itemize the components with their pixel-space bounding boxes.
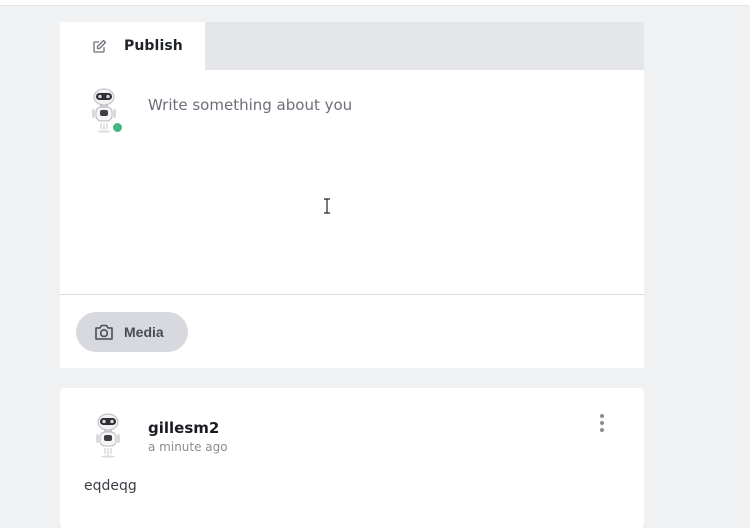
more-vertical-icon xyxy=(600,421,604,425)
text-cursor-icon xyxy=(324,198,330,214)
composer-editor xyxy=(60,70,644,295)
composer-tab-bar: Publish xyxy=(60,22,644,70)
media-button[interactable]: Media xyxy=(76,312,188,352)
post-composer: Publish Media xyxy=(60,22,644,368)
media-button-label: Media xyxy=(124,324,164,340)
post-content: eqdeqg xyxy=(84,478,137,494)
post-author-name[interactable]: gillesm2 xyxy=(148,419,219,437)
post-text-input[interactable] xyxy=(148,96,618,276)
edit-icon xyxy=(93,39,107,53)
camera-icon xyxy=(95,324,113,340)
more-vertical-icon xyxy=(600,414,604,418)
composer-toolbar: Media xyxy=(60,295,644,367)
post-card: gillesm2 a minute ago eqdeqg xyxy=(60,388,644,528)
online-status-indicator xyxy=(111,121,124,134)
top-header-edge xyxy=(0,0,750,6)
tab-publish[interactable]: Publish xyxy=(60,22,205,70)
post-menu-button[interactable] xyxy=(592,412,612,434)
post-timestamp: a minute ago xyxy=(148,440,228,454)
post-author-avatar[interactable] xyxy=(88,412,128,458)
more-vertical-icon xyxy=(600,428,604,432)
tab-publish-label: Publish xyxy=(124,38,183,54)
